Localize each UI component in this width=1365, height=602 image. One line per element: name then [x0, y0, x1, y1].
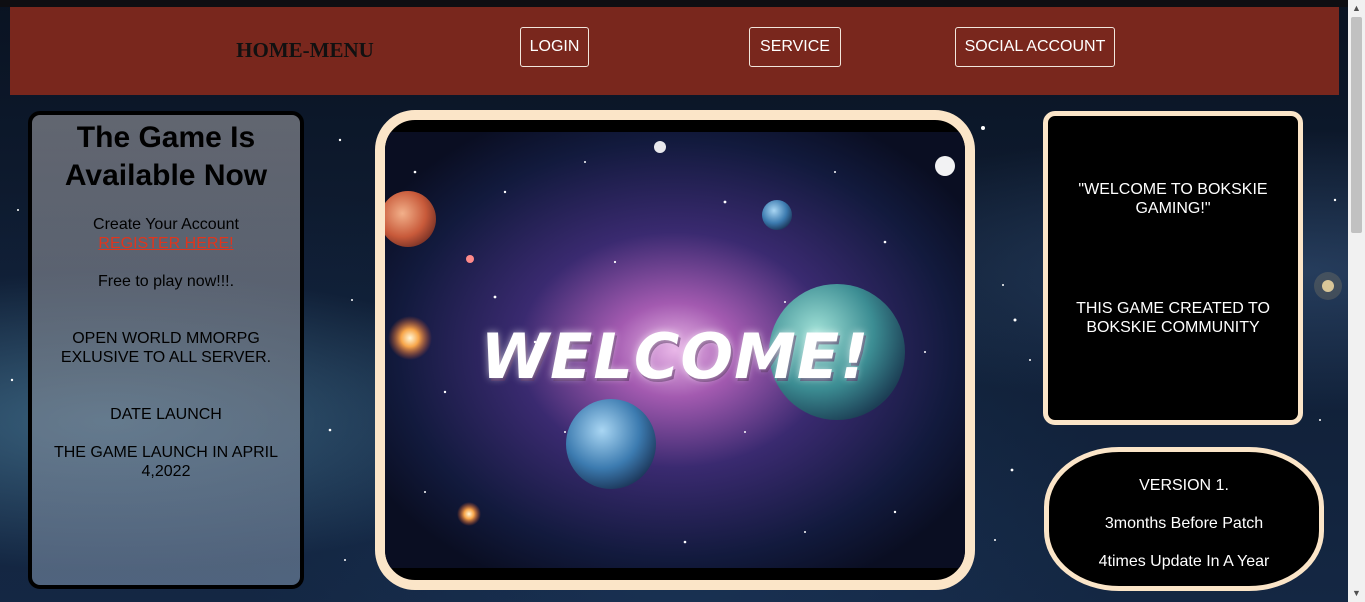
scroll-down-icon[interactable]: ▼ [1348, 585, 1365, 602]
create-account-text: Create Your Account [93, 216, 239, 233]
community-text: THIS GAME CREATED TO BOKSKIE COMMUNITY [1076, 300, 1270, 336]
free-to-play-text: Free to play now!!!. [97, 273, 235, 290]
version-text: VERSION 1. [1139, 477, 1229, 494]
date-launch-heading: DATE LAUNCH [110, 406, 222, 423]
scroll-thumb[interactable] [1351, 17, 1362, 233]
scroll-up-icon[interactable]: ▲ [1348, 0, 1365, 17]
header-bar: HOME-MENU LOGIN SERVICE SOCIAL ACCOUNT [10, 7, 1339, 95]
register-link[interactable]: REGISTER HERE! [98, 234, 233, 253]
social-account-button[interactable]: SOCIAL ACCOUNT [955, 27, 1115, 67]
service-button[interactable]: SERVICE [749, 27, 841, 67]
open-world-text: OPEN WORLD MMORPG EXLUSIVE TO ALL SERVER… [60, 330, 272, 366]
window-top-edge [0, 0, 1365, 7]
welcome-quote-text: "WELCOME TO BOKSKIE GAMING!" [1078, 181, 1268, 217]
welcome-banner-frame: WELCOME! [375, 110, 975, 590]
welcome-info-panel: "WELCOME TO BOKSKIE GAMING!" THIS GAME C… [1043, 111, 1303, 425]
patch-text: 3months Before Patch [1104, 515, 1264, 532]
updates-text: 4times Update In A Year [1098, 553, 1270, 570]
game-info-panel: The Game Is Available Now Create Your Ac… [28, 111, 304, 589]
login-button[interactable]: LOGIN [520, 27, 589, 67]
welcome-heading: WELCOME! [480, 320, 870, 393]
home-menu-logo[interactable]: HOME-MENU [225, 38, 385, 63]
version-info-panel: VERSION 1. 3months Before Patch 4times U… [1044, 447, 1324, 591]
panel-title: The Game Is Available Now [64, 121, 268, 192]
launch-date-text: THE GAME LAUNCH IN APRIL 4,2022 [53, 444, 279, 480]
vertical-scrollbar[interactable]: ▲ ▼ [1348, 0, 1365, 602]
